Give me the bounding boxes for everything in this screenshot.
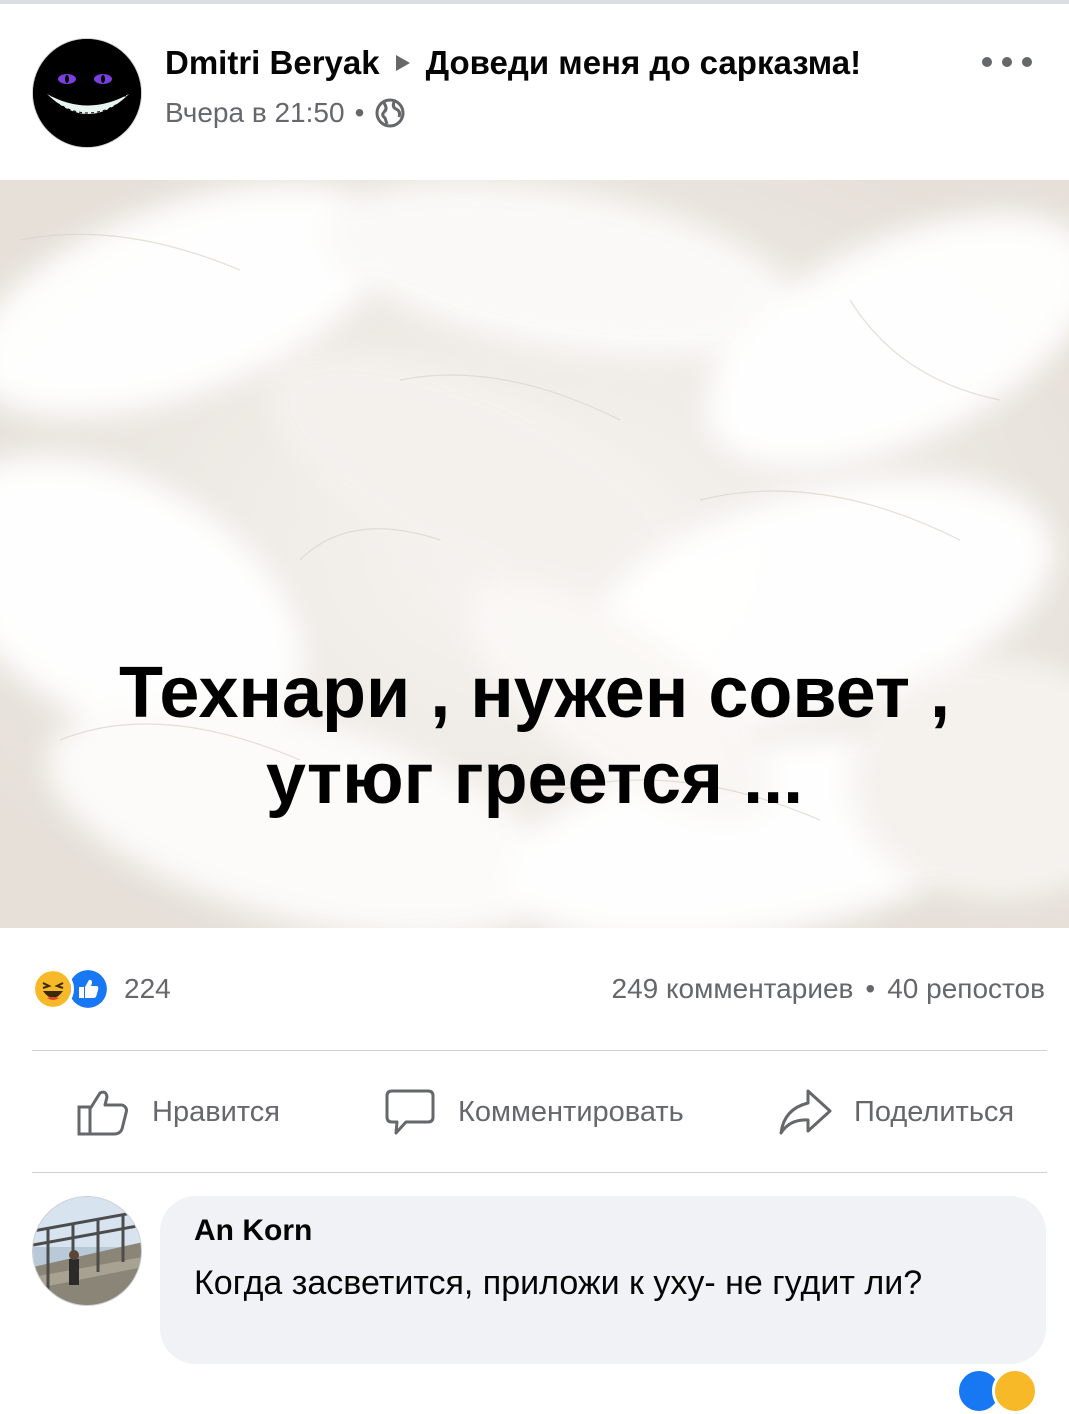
shares-count-link[interactable]: 40 репостов (887, 973, 1045, 1005)
image-caption-line-1: Технари , нужен совет , (118, 653, 951, 733)
comment-reactions[interactable] (956, 1368, 1038, 1414)
commenter-photo (33, 1197, 141, 1305)
like-button[interactable]: Нравится (76, 1082, 280, 1142)
post-stats: 249 комментариев • 40 репостов (612, 966, 1046, 1012)
author-avatar[interactable] (32, 38, 142, 148)
share-arrow-icon (779, 1089, 832, 1135)
right-triangle-icon (395, 55, 410, 71)
haha-reaction-icon (992, 1368, 1038, 1414)
reaction-count: 224 (124, 973, 171, 1004)
dot-icon (982, 57, 992, 67)
divider (32, 1172, 1047, 1173)
comment-label: Комментировать (458, 1095, 684, 1128)
post-timestamp[interactable]: Вчера в 21:50 (165, 97, 345, 129)
image-caption-line-2: утюг греется ... (265, 739, 804, 819)
top-separator-strip (0, 0, 1069, 4)
group-name-link[interactable]: Доведи меня до сарказма! (426, 44, 862, 82)
thumbs-up-icon (77, 1090, 128, 1136)
comments-count-link[interactable]: 249 комментариев (612, 973, 854, 1005)
more-options-button[interactable] (982, 50, 1032, 74)
share-button[interactable]: Поделиться (778, 1082, 1014, 1142)
divider (32, 1050, 1047, 1051)
post-header-title: Dmitri Beryak Доведи меня до сарказма! (165, 40, 861, 86)
share-label: Поделиться (854, 1095, 1015, 1128)
reactions-summary[interactable]: 224 (32, 966, 171, 1012)
post-image[interactable]: Технари , нужен совет , утюг греется ... (0, 180, 1069, 928)
globe-icon (375, 98, 405, 128)
speech-bubble-icon (385, 1089, 435, 1135)
meta-separator: • (354, 97, 365, 128)
haha-reaction-icon (32, 968, 74, 1010)
post-meta: Вчера в 21:50 • (165, 94, 406, 132)
stats-separator: • (865, 973, 876, 1004)
dot-icon (1002, 57, 1012, 67)
comment-author-name[interactable]: An Korn (194, 1214, 312, 1248)
comment-button[interactable]: Комментировать (384, 1082, 684, 1142)
author-name-link[interactable]: Dmitri Beryak (165, 44, 380, 82)
cheshire-cat-avatar-image (33, 39, 141, 147)
comment-text: Когда засветится, приложи к уху- не гуди… (194, 1264, 923, 1302)
dot-icon (1022, 57, 1032, 67)
like-label: Нравится (152, 1095, 280, 1128)
image-caption: Технари , нужен совет , утюг греется ... (0, 650, 1069, 822)
commenter-avatar[interactable] (32, 1196, 142, 1306)
